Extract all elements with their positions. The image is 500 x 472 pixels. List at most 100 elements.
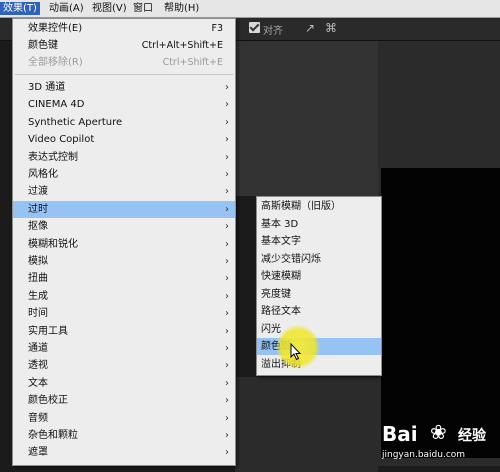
menu-item-label: 风格化 [28,169,58,180]
submenu-item[interactable]: 路径文本 [257,303,381,320]
menu-item-shortcut: Ctrl+Shift+E [162,57,223,68]
submenu-item-label: 基本 3D [261,218,299,230]
menu-item-label: 模拟 [28,256,48,267]
menu-animation[interactable]: 动画(A) [46,2,87,15]
menu-item-category[interactable]: 通道 › [13,340,235,357]
submenu-arrow-icon: › [225,412,229,424]
menu-item-category[interactable]: CINEMA 4D › [13,96,235,113]
menu-item-category[interactable]: 过渡 › [13,183,235,200]
submenu-arrow-icon: › [225,430,229,441]
menu-item-category[interactable]: Synthetic Aperture › [13,114,235,131]
composition-panel [235,41,378,196]
submenu-arrow-icon: › [225,116,229,128]
submenu-arrow-icon: › [225,169,229,180]
menu-item-label: 杂色和颗粒 [28,430,78,441]
menu-item-label: 音频 [28,412,48,424]
menu-item-label: 透视 [28,360,48,372]
submenu-item-label: 减少交错闪烁 [261,253,321,265]
submenu-item[interactable]: 亮度键 [257,286,381,303]
submenu-arrow-icon: › [225,290,229,302]
watermark-url: jingyan.baidu.com [382,450,466,460]
grid-tool-icon[interactable]: ⌘ [325,21,337,35]
menu-item-label: 模糊和锐化 [28,238,78,250]
menu-item-label: 颜色键 [28,40,58,51]
menu-item-category[interactable]: Video Copilot › [13,131,235,148]
menu-window[interactable]: 窗口 [130,2,156,15]
menu-item-category[interactable]: 透视 › [13,357,235,374]
menu-item-label: 实用工具 [28,325,68,337]
menu-item-label: 生成 [28,290,48,302]
composition-viewer [381,168,500,458]
menu-item-category[interactable]: 3D 通道 › [13,79,235,96]
submenu-item[interactable]: 闪光 [257,321,381,338]
menu-item-category[interactable]: 扭曲 › [13,270,235,287]
submenu-item-label: 基本文字 [261,236,301,247]
menu-item-category[interactable]: 生成 › [13,288,235,305]
mouse-pointer-icon [290,343,302,361]
submenu-arrow-icon: › [225,395,229,407]
submenu-item-label: 高斯模糊（旧版） [261,201,341,212]
menu-item-label: 扭曲 [28,273,48,285]
submenu-arrow-icon: › [225,203,229,215]
submenu-arrow-icon: › [225,186,229,198]
submenu-item[interactable]: 快速模糊 [257,268,381,285]
menu-item-category[interactable]: 模糊和锐化 › [13,236,235,253]
menu-item-color-key[interactable]: 颜色键 Ctrl+Alt+Shift+E [13,37,235,54]
submenu-item[interactable]: 基本 3D [257,216,381,233]
submenu-arrow-icon: › [225,447,229,459]
menu-item-label: 文本 [28,377,48,389]
menu-item-category[interactable]: 遮罩 › [13,444,235,461]
menu-item-category[interactable]: 抠像 › [13,218,235,235]
watermark-brand: Bai [382,422,418,446]
submenu-arrow-icon: › [225,343,229,354]
menu-item-label: Video Copilot [28,134,95,146]
paw-logo-icon: ❀ [430,420,447,444]
menu-item-label: 遮罩 [28,447,48,459]
snap-label: 对齐 [263,26,283,37]
submenu-arrow-icon: › [225,360,229,372]
menu-item-label: 表达式控制 [28,151,78,163]
submenu-arrow-icon: › [225,273,229,285]
menu-view[interactable]: 视图(V) [89,2,130,15]
snap-checkbox[interactable] [249,22,260,33]
menu-item-label: CINEMA 4D [28,99,85,111]
menu-item-category[interactable]: 颜色校正 › [13,392,235,409]
menu-item-label: 过时 [28,203,48,215]
watermark-brand-cn: 经验 [458,428,486,444]
menu-item-category[interactable]: 音频 › [13,410,235,427]
submenu-arrow-icon: › [225,151,229,163]
submenu-arrow-icon: › [225,377,229,389]
submenu-item[interactable]: 溢出抑制 [257,356,381,373]
menu-item-label: 时间 [28,308,48,320]
menu-item-category[interactable]: 杂色和颗粒 › [13,427,235,444]
submenu-arrow-icon: › [225,221,229,233]
menu-item-label: 3D 通道 [28,82,66,93]
submenu-arrow-icon: › [225,325,229,337]
menu-bar: 效果(T) 动画(A) 视图(V) 窗口 帮助(H) [0,0,500,18]
submenu-arrow-icon: › [225,134,229,146]
pin-tool-icon[interactable]: ↗ [305,21,315,35]
submenu-item[interactable]: 基本文字 [257,233,381,250]
menu-item-category[interactable]: 实用工具 › [13,323,235,340]
menu-help[interactable]: 帮助(H) [161,2,202,15]
menu-item-label: 通道 [28,343,48,354]
submenu-item[interactable]: 减少交错闪烁 [257,251,381,268]
menu-separator [15,74,233,75]
menu-item-category[interactable]: 时间 › [13,305,235,322]
baidu-watermark: Bai ❀ 经验 jingyan.baidu.com [382,420,500,472]
menu-item-category[interactable]: 文本 › [13,375,235,392]
menu-item-label: 过渡 [28,186,48,198]
menu-item-label: 抠像 [28,221,48,233]
menu-item-effect-controls[interactable]: 效果控件(E) F3 [13,20,235,37]
menu-item-remove-all: 全部移除(R) Ctrl+Shift+E [13,54,235,71]
menu-item-category[interactable]: 模拟 › [13,253,235,270]
menu-item-category[interactable]: 过时 › [13,200,235,218]
effects-menu: 效果控件(E) F3 颜色键 Ctrl+Alt+Shift+E 全部移除(R) … [12,18,236,466]
menu-effects[interactable]: 效果(T) [0,2,40,15]
menu-item-category[interactable]: 风格化 › [13,166,235,183]
submenu-arrow-icon: › [225,256,229,267]
submenu-item[interactable]: 高斯模糊（旧版） [257,198,381,215]
submenu-item-label: 亮度键 [261,288,291,300]
menu-item-category[interactable]: 表达式控制 › [13,149,235,166]
submenu-item-label: 路径文本 [261,306,301,317]
